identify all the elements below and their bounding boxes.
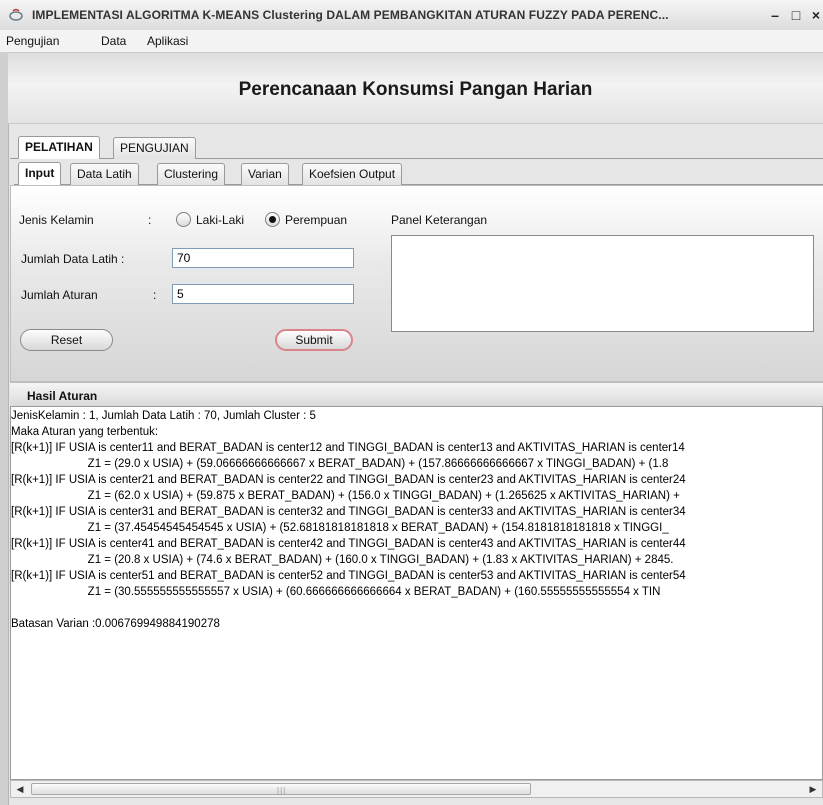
radio-perempuan-label[interactable]: Perempuan: [285, 213, 347, 227]
result-line: Z1 = (37.45454545454545 x USIA) + (52.68…: [11, 522, 669, 534]
tab-pelatihan[interactable]: PELATIHAN: [18, 136, 100, 159]
scroll-grip-icon: |||: [277, 786, 287, 795]
jumlah-aturan-label: Jumlah Aturan: [21, 288, 98, 302]
tab-input[interactable]: Input: [18, 162, 62, 185]
header-banner: Perencanaan Konsumsi Pangan Harian: [8, 52, 823, 124]
window-title: IMPLEMENTASI ALGORITMA K-MEANS Clusterin…: [32, 8, 669, 22]
result-line: Z1 = (29.0 x USIA) + (59.06666666666667 …: [11, 458, 669, 470]
hasil-aturan-textarea[interactable]: JenisKelamin : 1, Jumlah Data Latih : 70…: [10, 406, 823, 780]
menu-aplikasi[interactable]: Aplikasi: [147, 34, 188, 48]
title-bar: IMPLEMENTASI ALGORITMA K-MEANS Clusterin…: [0, 0, 823, 31]
tab-pengujian[interactable]: PENGUJIAN: [113, 137, 196, 159]
result-line: [R(k+1)] IF USIA is center51 and BERAT_B…: [11, 570, 686, 582]
menu-data[interactable]: Data: [101, 34, 126, 48]
tab-clustering[interactable]: Clustering: [157, 163, 226, 185]
input-panel: Jenis Kelamin : Laki-Laki Perempuan Pane…: [10, 185, 823, 382]
hasil-aturan-header: Hasil Aturan: [10, 382, 823, 407]
result-line: [R(k+1)] IF USIA is center11 and BERAT_B…: [11, 442, 685, 454]
close-button[interactable]: ×: [806, 4, 823, 26]
panel-keterangan-label: Panel Keterangan: [391, 213, 488, 227]
tab-koefsien-output[interactable]: Koefsien Output: [302, 163, 403, 185]
tab-varian[interactable]: Varian: [241, 163, 289, 185]
panel-keterangan-textarea[interactable]: [391, 235, 814, 332]
minimize-button[interactable]: –: [765, 4, 785, 26]
gender-label: Jenis Kelamin: [19, 213, 94, 227]
menu-bar: Pengujian Data Aplikasi: [0, 30, 823, 52]
window-left-border: [0, 52, 9, 805]
scroll-left-icon[interactable]: ◀: [13, 783, 27, 795]
jumlah-data-latih-input[interactable]: 70: [172, 248, 354, 268]
maximize-button[interactable]: □: [786, 4, 806, 26]
result-line: [R(k+1)] IF USIA is center21 and BERAT_B…: [11, 474, 686, 486]
scroll-right-icon[interactable]: ▶: [806, 783, 820, 795]
java-app-icon: [9, 8, 23, 21]
result-line: Z1 = (20.8 x USIA) + (74.6 x BERAT_BADAN…: [11, 554, 674, 566]
jumlah-data-latih-label: Jumlah Data Latih :: [21, 252, 125, 266]
result-line: JenisKelamin : 1, Jumlah Data Latih : 70…: [11, 410, 316, 422]
jumlah-aturan-input[interactable]: 5: [172, 284, 354, 304]
result-line: Maka Aturan yang terbentuk:: [11, 426, 159, 438]
result-line: [R(k+1)] IF USIA is center31 and BERAT_B…: [11, 506, 686, 518]
scroll-thumb[interactable]: |||: [31, 783, 531, 795]
result-line: [R(k+1)] IF USIA is center41 and BERAT_B…: [11, 538, 686, 550]
horizontal-scrollbar[interactable]: ◀ ||| ▶: [10, 780, 823, 798]
jumlah-aturan-colon: :: [153, 288, 157, 302]
menu-pengujian[interactable]: Pengujian: [6, 34, 59, 48]
gender-colon: :: [148, 213, 152, 227]
reset-button[interactable]: Reset: [20, 329, 113, 351]
radio-perempuan[interactable]: [265, 212, 280, 227]
page-title: Perencanaan Konsumsi Pangan Harian: [238, 79, 593, 100]
result-line: Z1 = (62.0 x USIA) + (59.875 x BERAT_BAD…: [11, 490, 680, 502]
radio-laki-laki-label[interactable]: Laki-Laki: [196, 213, 244, 227]
tab-data-latih[interactable]: Data Latih: [70, 163, 139, 185]
hasil-aturan-title: Hasil Aturan: [27, 389, 98, 403]
submit-button[interactable]: Submit: [275, 329, 353, 351]
batasan-varian-line: Batasan Varian :0.006769949884190278: [11, 618, 220, 630]
result-line: Z1 = (30.555555555555557 x USIA) + (60.6…: [11, 586, 661, 598]
radio-laki-laki[interactable]: [176, 212, 191, 227]
